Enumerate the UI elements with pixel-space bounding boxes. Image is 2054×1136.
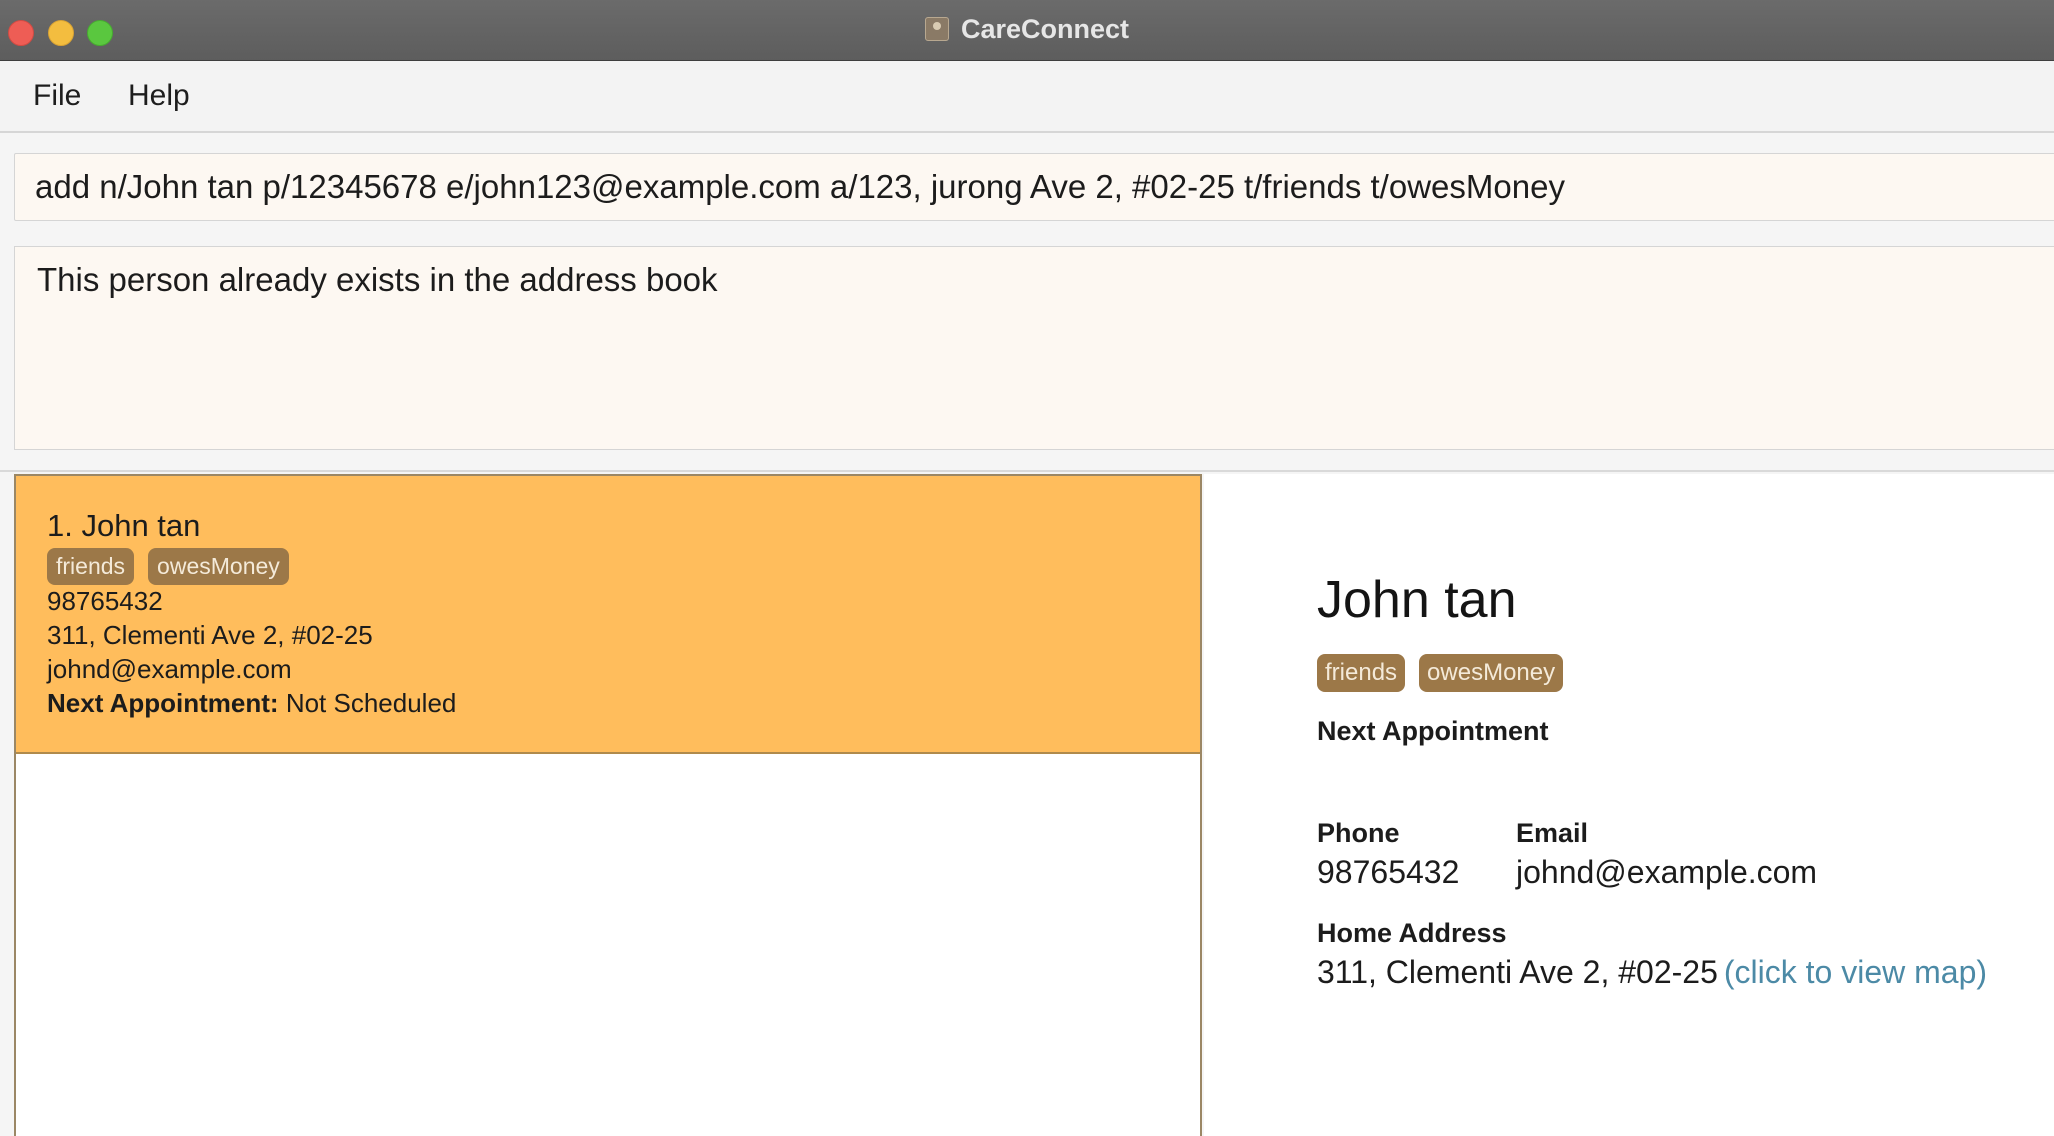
- tag-friends: friends: [47, 548, 135, 585]
- person-card-tags: friends owesMoney: [47, 548, 289, 585]
- panel-divider: [0, 470, 2054, 472]
- app-contacts-icon: [924, 17, 949, 41]
- person-card-selected[interactable]: 1. John tan friends owesMoney 98765432 3…: [16, 476, 1200, 754]
- detail-email-value: johnd@example.com: [1516, 854, 1818, 890]
- window-title: CareConnect: [960, 14, 1130, 44]
- person-detail-panel: John tan friends owesMoney Next Appointm…: [1204, 474, 2054, 1136]
- detail-address-label: Home Address: [1317, 918, 1507, 948]
- person-list-panel[interactable]: 1. John tan friends owesMoney 98765432 3…: [14, 474, 1202, 1136]
- detail-tag-owes-money: owesMoney: [1419, 654, 1564, 692]
- detail-phone-label: Phone: [1317, 818, 1400, 848]
- result-display: This person already exists in the addres…: [14, 246, 2054, 450]
- tag-owes-money: owesMoney: [148, 548, 289, 585]
- window-title-wrap: CareConnect: [0, 14, 2054, 45]
- menu-file[interactable]: File: [33, 79, 81, 113]
- command-input-text[interactable]: add n/John tan p/12345678 e/john123@exam…: [35, 168, 1565, 206]
- menu-bar: File Help: [0, 61, 2054, 133]
- person-card-address: 311, Clementi Ave 2, #02-25: [47, 620, 373, 650]
- person-card-phone: 98765432: [47, 586, 163, 616]
- view-map-link[interactable]: (click to view map): [1724, 954, 1987, 990]
- title-bar: CareConnect: [0, 0, 2054, 61]
- person-card-name: 1. John tan: [47, 508, 201, 543]
- detail-tags: friends owesMoney: [1317, 654, 1564, 692]
- command-input-box[interactable]: add n/John tan p/12345678 e/john123@exam…: [14, 153, 2054, 221]
- detail-appointment-label: Next Appointment: [1317, 716, 1549, 746]
- detail-address-row: 311, Clementi Ave 2, #02-25 (click to vie…: [1317, 954, 1987, 991]
- appointment-label: Next Appointment:: [47, 688, 279, 718]
- detail-tag-friends: friends: [1317, 654, 1406, 692]
- detail-address-value: 311, Clementi Ave 2, #02-25: [1317, 954, 1718, 990]
- result-message: This person already exists in the addres…: [37, 261, 718, 298]
- menu-help[interactable]: Help: [128, 79, 190, 113]
- detail-email-label: Email: [1516, 818, 1589, 848]
- detail-name: John tan: [1317, 571, 1517, 629]
- app-window: CareConnect File Help add n/John tan p/1…: [0, 0, 2054, 1136]
- detail-phone-value: 98765432: [1317, 854, 1460, 890]
- person-card-appointment: Next Appointment: Not Scheduled: [47, 688, 456, 719]
- appointment-value: Not Scheduled: [285, 688, 457, 718]
- person-card-email: johnd@example.com: [47, 654, 292, 684]
